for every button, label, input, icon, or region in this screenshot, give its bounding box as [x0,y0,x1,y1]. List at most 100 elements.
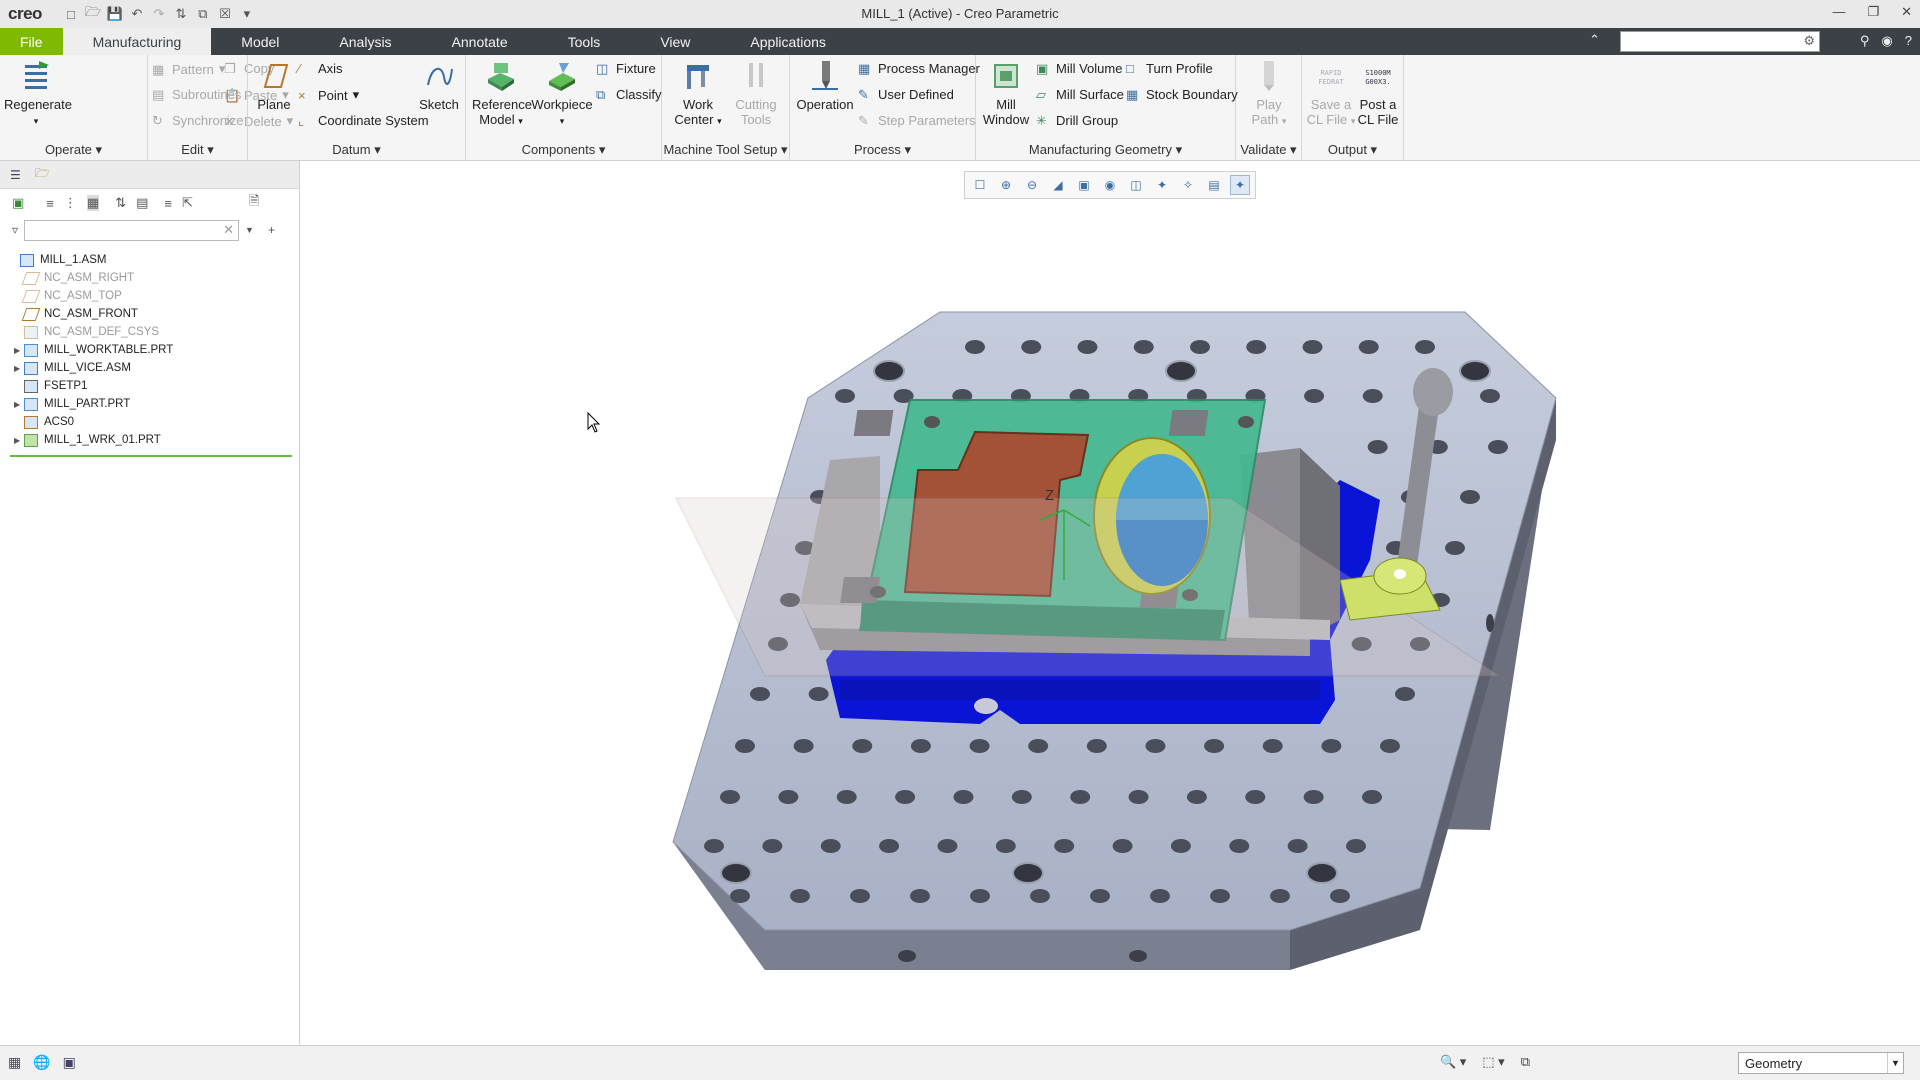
repaint-icon[interactable]: ◢ [1048,175,1068,195]
validate-group-label[interactable]: Validate ▾ [1236,142,1301,158]
open-folder-icon[interactable]: 🗁 [84,4,102,23]
selection-filter-dropdown[interactable]: Geometry ▼ [1738,1052,1904,1074]
tree-item[interactable]: ▶ MILL_WORKTABLE.PRT [0,341,299,359]
datum-display-filters-icon[interactable]: ✧ [1178,175,1198,195]
save-icon[interactable]: 💾 [106,5,124,23]
add-filter-icon[interactable]: + [268,223,275,237]
save-cl-file-button[interactable]: RAPID FEDRAT Save a CL File ▾ [1306,59,1356,129]
classify-button[interactable]: ⧉ Classify [596,87,662,102]
tab-view[interactable]: View [630,28,720,55]
annotation-display-icon[interactable]: ▤ [1204,175,1224,195]
coordinate-system-button[interactable]: ⌞ Coordinate System [298,113,429,128]
play-path-button[interactable]: Play Path ▾ [1242,59,1296,129]
clear-search-icon[interactable]: ✕ [223,222,234,238]
tab-applications[interactable]: Applications [720,28,856,55]
tree-filter-icon[interactable]: ≡ [46,196,54,211]
tree-item[interactable]: NC_ASM_DEF_CSYS [0,323,299,341]
sketch-button[interactable]: Sketch [416,59,462,112]
command-search-input[interactable]: ⚙ [1620,31,1820,52]
tree-item[interactable]: ▶ MILL_VICE.ASM [0,359,299,377]
graphics-area[interactable]: Z [301,161,1920,1045]
datum-group-label[interactable]: Datum ▾ [248,142,465,158]
tree-item[interactable]: FSETP1 [0,377,299,395]
tree-sort-icon[interactable]: ⇅ [115,195,126,211]
turn-profile-button[interactable]: □ Turn Profile [1126,61,1213,76]
tab-tools[interactable]: Tools [538,28,631,55]
community-icon[interactable]: ◉ [1881,33,1892,49]
pattern-button[interactable]: ▦ Pattern ▾ [152,61,225,77]
mill-window-button[interactable]: Mill Window [978,59,1034,127]
tree-item[interactable]: MILL_1.ASM [0,251,299,269]
selection-box-icon[interactable]: ⬚ ▾ [1482,1054,1504,1070]
perspective-view-icon[interactable]: ✦ [1152,175,1172,195]
tab-manufacturing[interactable]: Manufacturing [62,28,212,55]
tree-item[interactable]: ▶ MILL_1_WRK_01.PRT [0,431,299,449]
help-icon[interactable]: ? [1905,33,1912,49]
tree-item[interactable]: ▶ MILL_PART.PRT [0,395,299,413]
tree-item[interactable]: ACS0 [0,413,299,431]
undo-icon[interactable]: ↶ [128,5,146,23]
tree-insert-marker[interactable] [10,455,292,457]
close-window-icon[interactable]: ☒ [216,5,234,23]
workpiece-button[interactable]: Workpiece ▾ [530,59,594,129]
display-style-icon[interactable]: ▣ [1074,175,1094,195]
process-manager-button[interactable]: ▦ Process Manager [858,61,980,76]
close-icon[interactable]: ✕ [1901,4,1912,20]
machine-tool-setup-group-label[interactable]: Machine Tool Setup ▾ [662,142,789,158]
customize-qat-icon[interactable]: ▾ [238,5,256,23]
zoom-in-icon[interactable]: ⊕ [996,175,1016,195]
smart-select-icon[interactable]: ⧉ [1521,1054,1530,1070]
expand-arrow-icon[interactable]: ▶ [14,436,24,445]
mill-volume-button[interactable]: ▣ Mill Volume [1036,61,1122,76]
tree-item[interactable]: NC_ASM_RIGHT [0,269,299,287]
fixture-button[interactable]: ◫ Fixture [596,61,656,76]
expand-arrow-icon[interactable]: ▶ [14,364,24,373]
axis-button[interactable]: ∕ Axis [298,61,343,76]
windows-icon[interactable]: ⧉ [194,5,212,23]
tree-show-icon[interactable]: ⇱ [182,195,193,211]
tab-analysis[interactable]: Analysis [309,28,421,55]
tab-model[interactable]: Model [211,28,309,55]
redo-icon[interactable]: ↷ [150,5,168,23]
minimize-icon[interactable]: — [1832,4,1845,20]
mill-surface-button[interactable]: ▱ Mill Surface [1036,87,1124,102]
find-icon[interactable]: 🔍 ▾ [1440,1054,1466,1070]
tab-file[interactable]: File [0,28,63,55]
drill-group-button[interactable]: ✳ Drill Group [1036,113,1118,128]
folder-browser-tab-icon[interactable]: 🗁 [35,164,50,185]
operate-group-label[interactable]: Operate ▾ [0,142,147,158]
output-group-label[interactable]: Output ▾ [1302,142,1403,158]
filter-icon[interactable]: ▿ [12,223,18,237]
stock-boundary-button[interactable]: ▦ Stock Boundary [1126,87,1238,102]
post-cl-file-button[interactable]: S1000M G00X3. Post a CL File [1354,59,1402,127]
reference-model-button[interactable]: Reference Model ▾ [472,59,532,129]
tree-search-input[interactable]: ✕ [24,219,240,241]
edit-group-label[interactable]: Edit ▾ [148,142,247,158]
tree-details-icon[interactable]: 🗎 [249,192,259,214]
step-parameters-button[interactable]: ✎ Step Parameters [858,113,976,128]
show-navigator-icon[interactable]: ▦ [8,1054,21,1071]
subroutines-button[interactable]: ▤ Subroutines [152,87,241,102]
tab-annotate[interactable]: Annotate [422,28,538,55]
tree-settings-icon[interactable]: ▣ [12,195,24,211]
tree-layers-icon[interactable]: ▤ [136,195,148,211]
components-group-label[interactable]: Components ▾ [466,142,661,158]
tree-display-icon[interactable]: ▦ [86,195,100,211]
regenerate-small-icon[interactable]: ⇅ [172,5,190,23]
plane-button[interactable]: Plane [252,59,296,112]
point-button[interactable]: × Point ▾ [298,87,359,103]
search-options-dropdown-icon[interactable]: ▼ [245,225,254,235]
process-group-label[interactable]: Process ▾ [790,142,975,158]
expand-arrow-icon[interactable]: ▶ [14,346,24,355]
cutting-tools-button[interactable]: Cutting Tools [728,59,784,127]
expand-arrow-icon[interactable]: ▶ [14,400,24,409]
user-defined-button[interactable]: ✎ User Defined [858,87,954,102]
tree-columns-icon[interactable]: ⋮ [64,195,77,211]
saved-orientations-icon[interactable]: ◉ [1100,175,1120,195]
work-center-button[interactable]: Work Center ▾ [672,59,724,129]
tree-item[interactable]: NC_ASM_FRONT [0,305,299,323]
zoom-out-icon[interactable]: ⊖ [1022,175,1042,195]
tree-layer-settings-icon[interactable]: ≡ [164,196,172,211]
show-browser-icon[interactable]: 🌐 [33,1054,50,1071]
search-icon[interactable]: ⚲ [1860,33,1870,49]
